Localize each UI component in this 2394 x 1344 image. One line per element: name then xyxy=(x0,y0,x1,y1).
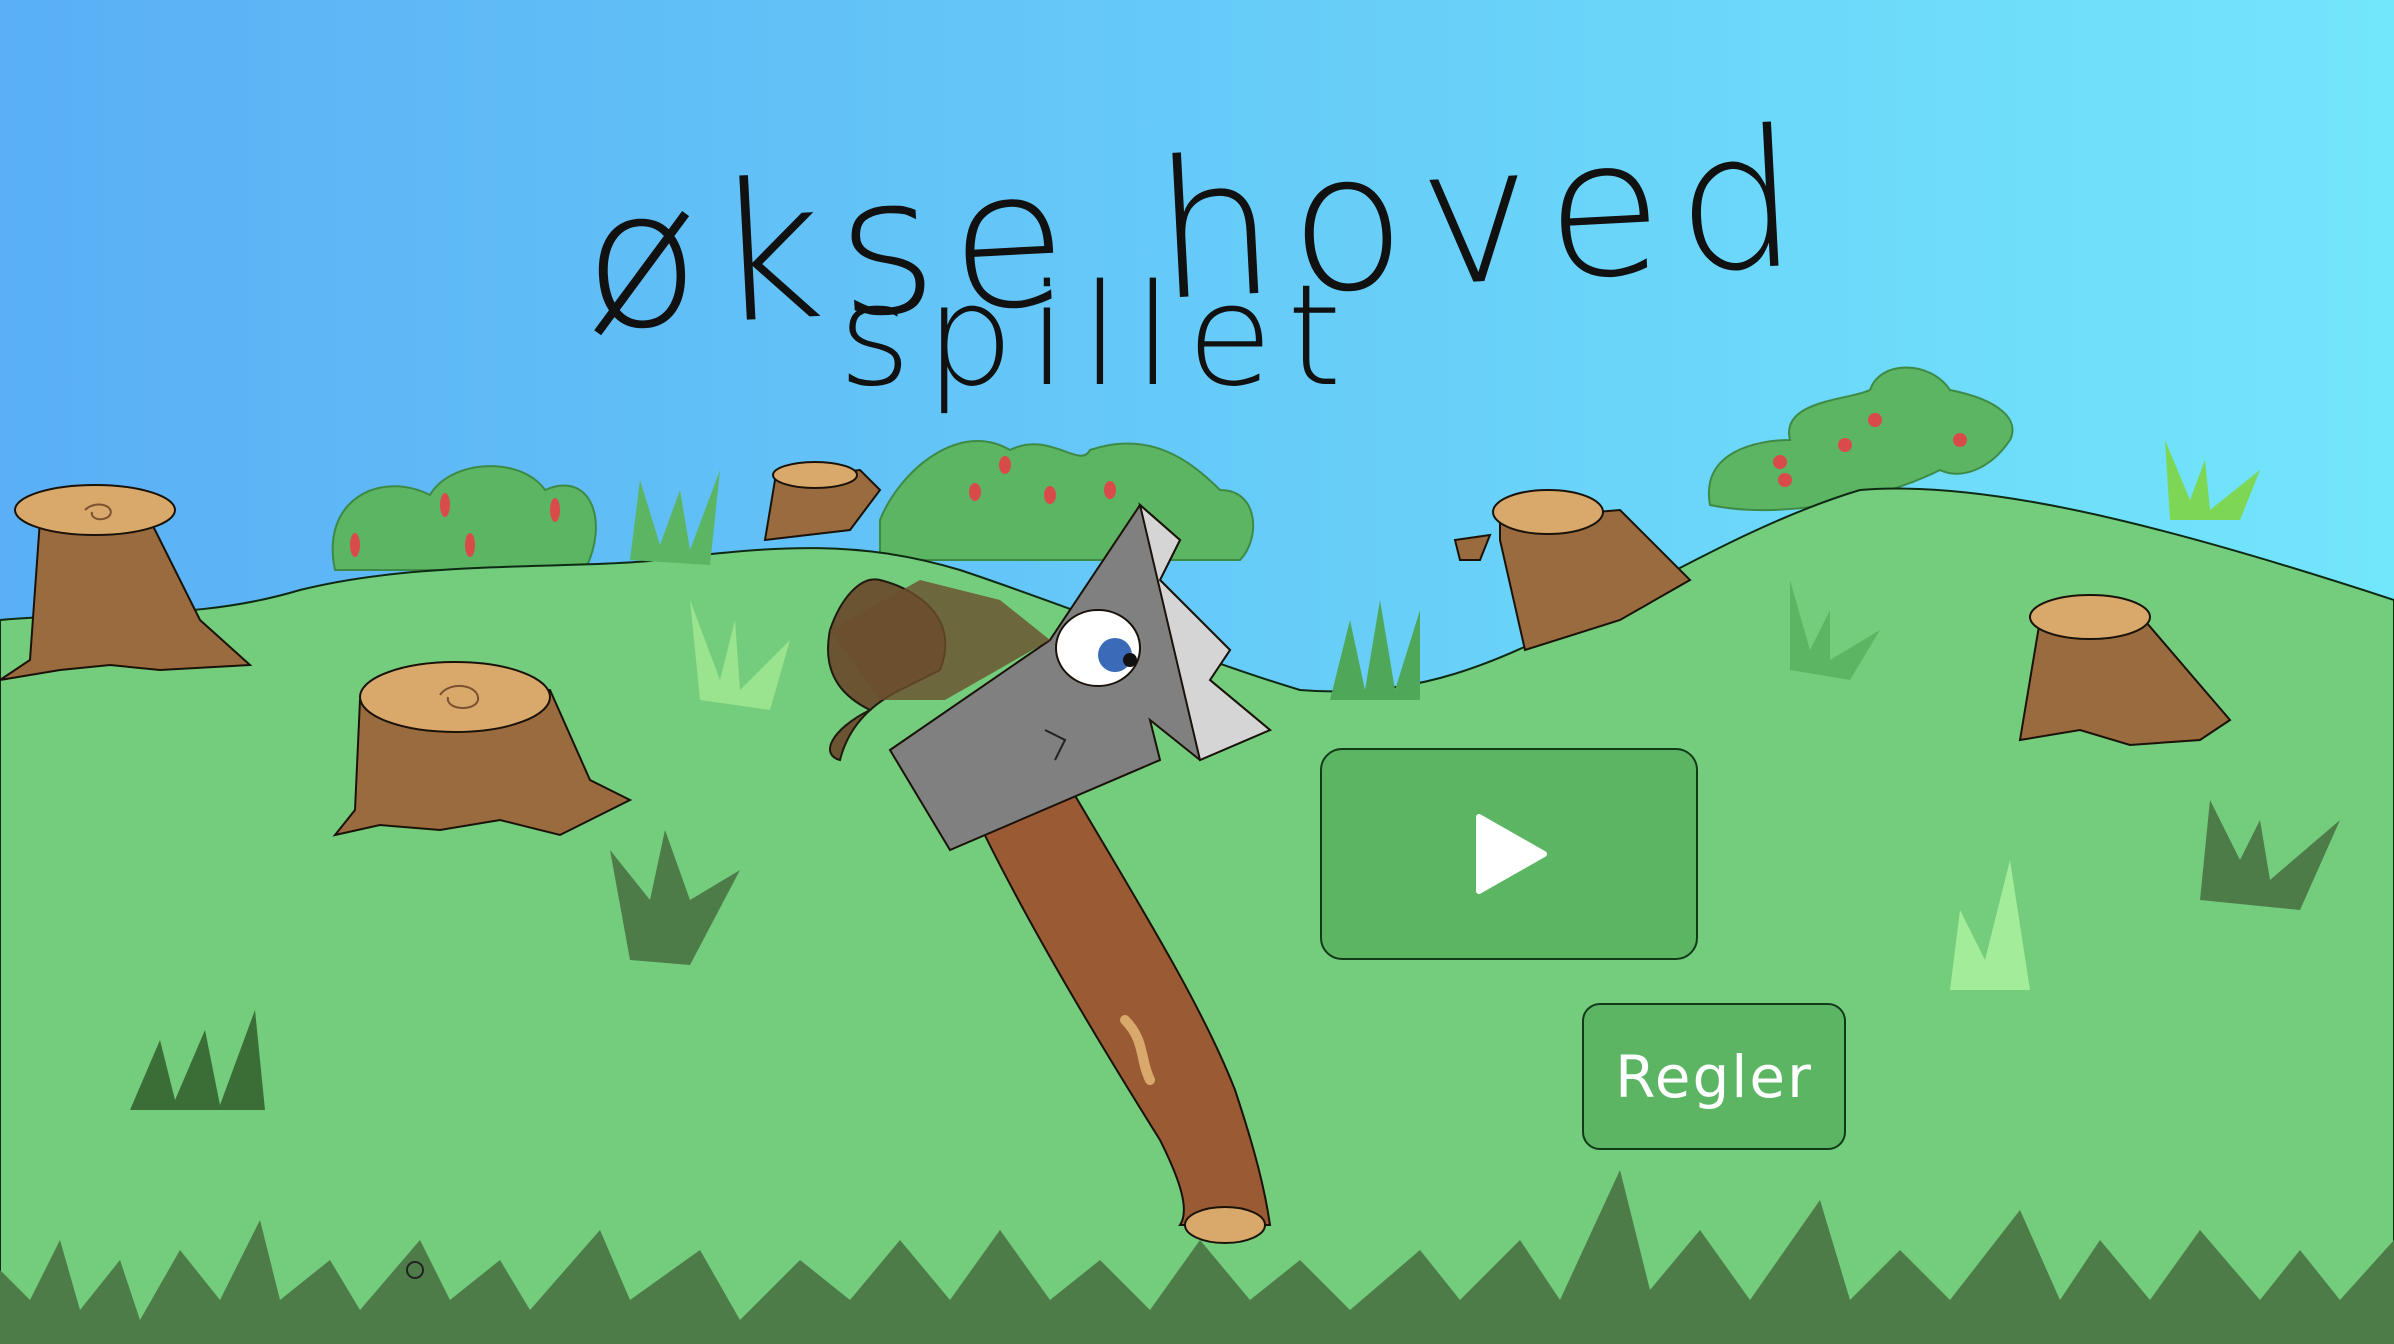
rules-button[interactable]: Regler xyxy=(1582,1003,1846,1150)
rules-button-label: Regler xyxy=(1615,1042,1813,1111)
game-subtitle: spillet xyxy=(838,255,1356,418)
play-button[interactable] xyxy=(1320,748,1698,960)
play-icon xyxy=(1476,814,1547,894)
axe-eye xyxy=(1055,609,1141,687)
